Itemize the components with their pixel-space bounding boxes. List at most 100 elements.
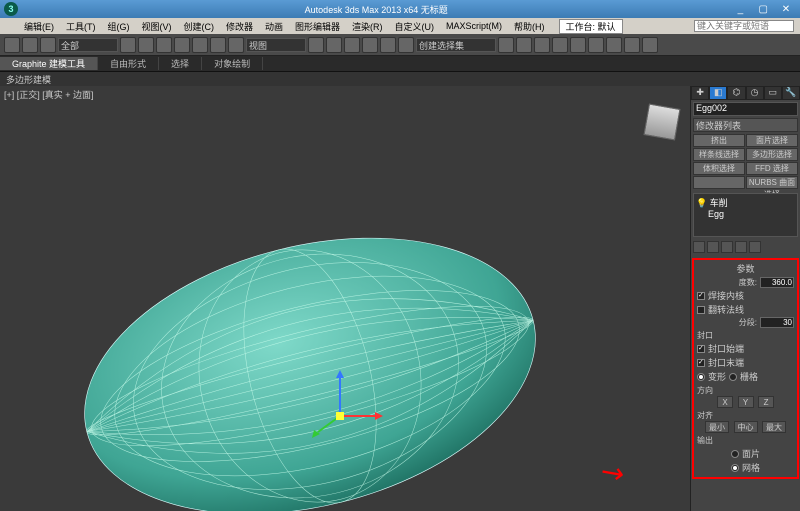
axis-z-button[interactable]: Z [758,396,774,408]
scale-icon[interactable] [228,37,244,53]
workspace-selector[interactable]: 工作台: 默认 [559,19,623,34]
grid-radio[interactable] [729,373,737,381]
viewport[interactable]: [+] [正交] [真实 + 边面] [0,86,690,511]
tab-modify-icon[interactable]: ◧ [709,86,727,100]
weld-core-checkbox[interactable] [697,292,705,300]
tab-paint[interactable]: 对象绘制 [202,57,263,70]
menu-tools[interactable]: 工具(T) [60,20,102,33]
menu-help[interactable]: 帮助(H) [508,20,551,33]
params-rollout: 参数 度数: 360.0 焊接内核 翻转法线 分段: 30 封口 封口始端 封口… [692,258,799,479]
output-patch-radio[interactable] [731,450,739,458]
mirror-icon[interactable] [498,37,514,53]
tab-graphite[interactable]: Graphite 建模工具 [0,57,98,70]
menu-modifiers[interactable]: 修改器 [220,20,259,33]
snap-icon[interactable] [344,37,360,53]
schematic-icon[interactable] [570,37,586,53]
tab-display-icon[interactable]: ▭ [764,86,782,100]
layers-icon[interactable] [534,37,550,53]
render-icon[interactable] [642,37,658,53]
spinner-snap-icon[interactable] [398,37,414,53]
move-icon[interactable] [192,37,208,53]
degrees-spinner[interactable]: 360.0 [760,277,794,288]
percent-snap-icon[interactable] [380,37,396,53]
menu-bar: 编辑(E) 工具(T) 组(G) 视图(V) 创建(C) 修改器 动画 图形编辑… [0,18,800,34]
render-setup-icon[interactable] [606,37,622,53]
pin-stack-icon[interactable] [693,241,705,253]
align-min-button[interactable]: 最小 [705,421,729,433]
link-icon[interactable] [40,37,56,53]
maximize-button[interactable]: ▢ [753,4,773,15]
menu-view[interactable]: 视图(V) [136,20,178,33]
menu-create[interactable]: 创建(C) [178,20,221,33]
ref-coord-dropdown[interactable]: 视图 [246,38,306,52]
material-editor-icon[interactable] [588,37,604,53]
viewport-label[interactable]: [+] [正交] [真实 + 边面] [4,88,94,101]
unique-icon[interactable] [721,241,733,253]
config-sets-icon[interactable] [749,241,761,253]
btn-spline-select[interactable]: 样条线选择 [693,148,745,161]
ribbon-tabs: Graphite 建模工具 自由形式 选择 对象绘制 [0,56,800,72]
morph-radio[interactable] [697,373,705,381]
undo-icon[interactable] [4,37,20,53]
modifier-stack[interactable]: 💡 车削 Egg [693,193,798,237]
selection-set-dropdown[interactable]: 创建选择集 [416,38,496,52]
transform-gizmo[interactable] [310,366,390,446]
rect-select-icon[interactable] [156,37,172,53]
segments-spinner[interactable]: 30 [760,317,794,328]
redo-icon[interactable] [22,37,38,53]
cap-section-label: 封口 [697,330,794,341]
axis-x-button[interactable]: X [717,396,733,408]
viewcube[interactable] [643,103,680,140]
manip-icon[interactable] [326,37,342,53]
search-input[interactable] [694,20,794,32]
render-frame-icon[interactable] [624,37,640,53]
window-crossing-icon[interactable] [174,37,190,53]
egg-object[interactable] [50,206,570,511]
flip-normals-checkbox[interactable] [697,306,705,314]
btn-patch-select[interactable]: 面片选择 [746,134,798,147]
cap-start-checkbox[interactable] [697,345,705,353]
btn-vol-select[interactable]: 体积选择 [693,162,745,175]
output-mesh-radio[interactable] [731,464,739,472]
filter-all-dropdown[interactable]: 全部 [58,38,118,52]
tab-selection[interactable]: 选择 [159,57,202,70]
menu-customize[interactable]: 自定义(U) [389,20,441,33]
stack-lathe[interactable]: 💡 车削 [696,196,795,209]
align-max-button[interactable]: 最大 [762,421,786,433]
btn-ffd-select[interactable]: FFD 选择 [746,162,798,175]
close-button[interactable]: ✕ [776,4,796,15]
select-icon[interactable] [120,37,136,53]
btn-empty[interactable] [693,176,745,189]
tab-utilities-icon[interactable]: 🔧 [782,86,800,100]
btn-poly-select[interactable]: 多边形选择 [746,148,798,161]
align-icon[interactable] [516,37,532,53]
axis-y-button[interactable]: Y [738,396,754,408]
stack-base[interactable]: Egg [696,209,795,219]
remove-mod-icon[interactable] [735,241,747,253]
pivot-icon[interactable] [308,37,324,53]
btn-extrude[interactable]: 挤出 [693,134,745,147]
menu-maxscript[interactable]: MAXScript(M) [440,21,508,31]
menu-edit[interactable]: 编辑(E) [18,20,60,33]
angle-snap-icon[interactable] [362,37,378,53]
curve-editor-icon[interactable] [552,37,568,53]
menu-graph[interactable]: 图形编辑器 [289,20,346,33]
menu-render[interactable]: 渲染(R) [346,20,389,33]
tab-freeform[interactable]: 自由形式 [98,57,159,70]
menu-group[interactable]: 组(G) [102,20,136,33]
tab-hierarchy-icon[interactable]: ⌬ [727,86,745,100]
select-name-icon[interactable] [138,37,154,53]
rotate-icon[interactable] [210,37,226,53]
btn-nurbs-select[interactable]: NURBS 曲面选择 [746,176,798,189]
menu-animation[interactable]: 动画 [259,20,289,33]
cap-end-checkbox[interactable] [697,359,705,367]
modifier-list-dropdown[interactable]: 修改器列表 [693,118,798,132]
align-section-label: 对齐 [697,410,794,421]
tab-create-icon[interactable]: ✚ [691,86,709,100]
show-end-icon[interactable] [707,241,719,253]
tab-motion-icon[interactable]: ◷ [746,86,764,100]
align-center-button[interactable]: 中心 [734,421,758,433]
sub-ribbon-label[interactable]: 多边形建模 [6,73,51,86]
minimize-button[interactable]: _ [730,4,750,15]
object-name-field[interactable]: Egg002 [693,102,798,116]
